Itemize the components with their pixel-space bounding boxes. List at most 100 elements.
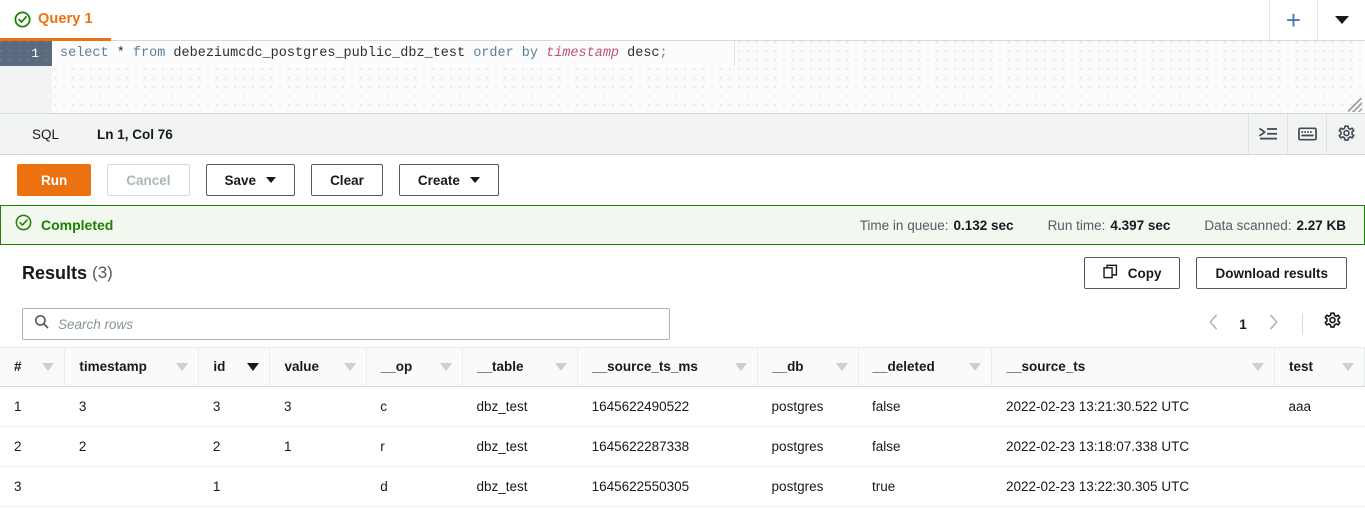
sort-arrow-icon[interactable] — [42, 362, 55, 371]
column-header-id[interactable]: id — [198, 348, 271, 387]
editor-language-label: SQL — [32, 126, 60, 142]
cell-db: postgres — [757, 426, 858, 467]
cancel-button: Cancel — [107, 164, 190, 196]
column-header-source-ts[interactable]: __source_ts — [991, 348, 1275, 387]
table-header: # timestamp id value __op __table __sour… — [0, 348, 1365, 387]
run-button[interactable]: Run — [17, 164, 92, 196]
results-actions: Copy Download results — [1083, 257, 1347, 289]
table-row[interactable]: 2 2 2 1 r dbz_test 1645622287338 postgre… — [0, 426, 1365, 467]
column-header-db[interactable]: __db — [757, 348, 859, 387]
cell-value — [269, 466, 367, 507]
save-button[interactable]: Save — [205, 164, 296, 196]
column-header-op[interactable]: __op — [366, 348, 463, 387]
editor-settings-button[interactable] — [1326, 114, 1365, 154]
column-header-timestamp[interactable]: timestamp — [64, 348, 200, 387]
cell-source-ts: 2022-02-23 13:22:30.305 UTC — [991, 466, 1275, 507]
cell-value: 1 — [269, 426, 367, 467]
column-header-value[interactable]: value — [269, 348, 367, 387]
results-table: # timestamp id value __op __table __sour… — [0, 348, 1365, 507]
stat-label: Time in queue: — [859, 217, 949, 233]
sort-arrow-icon[interactable] — [1251, 362, 1264, 371]
cell-value: 3 — [269, 386, 367, 427]
cell-op: d — [366, 466, 463, 507]
clear-button[interactable]: Clear — [311, 164, 383, 196]
cell-id: 1 — [198, 466, 270, 507]
caret-down-icon — [1334, 16, 1349, 24]
results-table-container: # timestamp id value __op __table __sour… — [0, 347, 1365, 528]
cell-id: 3 — [198, 386, 270, 427]
sql-editor[interactable]: 1 select * from debeziumcdc_postgres_pub… — [0, 41, 1365, 114]
tab-overflow-button[interactable] — [1317, 0, 1365, 40]
search-input[interactable] — [58, 316, 658, 332]
copy-button-label: Copy — [1127, 265, 1162, 281]
tab-query-1[interactable]: Query 1 — [0, 0, 111, 41]
sql-editor-container: 1 select * from debeziumcdc_postgres_pub… — [0, 41, 1365, 114]
cell-timestamp — [64, 466, 199, 507]
check-circle-icon — [15, 214, 32, 236]
create-button[interactable]: Create — [398, 164, 499, 196]
sort-arrow-icon[interactable] — [555, 362, 568, 371]
editor-status-bar: SQL Ln 1, Col 76 — [0, 114, 1365, 155]
banner-status-group: Completed — [1, 214, 113, 236]
new-tab-button[interactable]: + — [1269, 0, 1317, 40]
table-row[interactable]: 1 3 3 3 c dbz_test 1645622490522 postgre… — [0, 386, 1365, 427]
sort-arrow-icon[interactable] — [439, 362, 452, 371]
column-label: timestamp — [79, 359, 147, 375]
stat-data-scanned: Data scanned: 2.27 KB — [1204, 218, 1346, 233]
sql-code-line[interactable]: select * from debeziumcdc_postgres_publi… — [52, 41, 735, 66]
tab-bar-actions: + — [1269, 0, 1365, 40]
sort-arrow-icon[interactable] — [969, 362, 982, 371]
settings-gear-icon — [1337, 124, 1356, 144]
column-label: test — [1288, 359, 1313, 375]
save-button-label: Save — [224, 172, 257, 188]
column-label: __source_ts — [1006, 359, 1086, 375]
pagination: 1 — [1198, 309, 1347, 339]
next-page-button[interactable] — [1258, 309, 1288, 339]
stat-value: 2.27 KB — [1296, 217, 1346, 233]
stat-label: Run time: — [1047, 217, 1106, 233]
search-box[interactable] — [22, 308, 670, 340]
column-header-deleted[interactable]: __deleted — [858, 348, 993, 387]
stat-label: Data scanned: — [1204, 217, 1292, 233]
plus-icon: + — [1285, 5, 1302, 35]
column-header-test[interactable]: test — [1274, 348, 1365, 387]
column-label: __table — [476, 359, 524, 375]
table-preferences-button[interactable] — [1317, 309, 1347, 339]
page-number[interactable]: 1 — [1232, 317, 1254, 332]
cell-op: c — [366, 386, 463, 427]
column-header-table[interactable]: __table — [462, 348, 579, 387]
cell-deleted: false — [858, 386, 992, 427]
status-badge: Completed — [41, 217, 114, 233]
sort-arrow-icon-active[interactable] — [247, 362, 260, 371]
cell-num: 3 — [0, 466, 65, 507]
editor-resize-handle[interactable] — [1348, 98, 1362, 112]
results-count: (3) — [92, 263, 113, 282]
cell-test — [1274, 426, 1365, 467]
sort-arrow-icon[interactable] — [835, 362, 848, 371]
download-results-button[interactable]: Download results — [1196, 257, 1347, 289]
cell-table: dbz_test — [462, 386, 578, 427]
cell-op: r — [366, 426, 463, 467]
stat-time-in-queue: Time in queue: 0.132 sec — [860, 218, 1014, 233]
keyboard-shortcuts-icon — [1297, 126, 1317, 142]
table-row[interactable]: 3 1 d dbz_test 1645622550305 postgres tr… — [0, 466, 1365, 507]
cell-timestamp: 2 — [64, 426, 199, 467]
keyboard-shortcuts-button[interactable] — [1287, 114, 1326, 154]
editor-gutter: 1 — [0, 41, 52, 113]
editor-code-area[interactable]: select * from debeziumcdc_postgres_publi… — [52, 41, 1365, 113]
query-tab-bar: Query 1 + — [0, 0, 1365, 41]
sort-arrow-icon[interactable] — [176, 362, 189, 371]
column-header-source-ts-ms[interactable]: __source_ts_ms — [577, 348, 759, 387]
copy-button[interactable]: Copy — [1083, 257, 1181, 289]
sort-arrow-icon[interactable] — [343, 362, 356, 371]
sort-arrow-icon[interactable] — [735, 362, 748, 371]
format-indent-button[interactable] — [1248, 114, 1287, 154]
column-header-num[interactable]: # — [0, 348, 66, 387]
cell-source-ts-ms: 1645622490522 — [577, 386, 758, 427]
sort-arrow-icon[interactable] — [1342, 362, 1354, 371]
column-label: __db — [772, 359, 804, 375]
cell-id: 2 — [198, 426, 270, 467]
cell-source-ts-ms: 1645622550305 — [577, 466, 758, 507]
previous-page-button[interactable] — [1198, 309, 1228, 339]
column-label: __deleted — [872, 359, 935, 375]
